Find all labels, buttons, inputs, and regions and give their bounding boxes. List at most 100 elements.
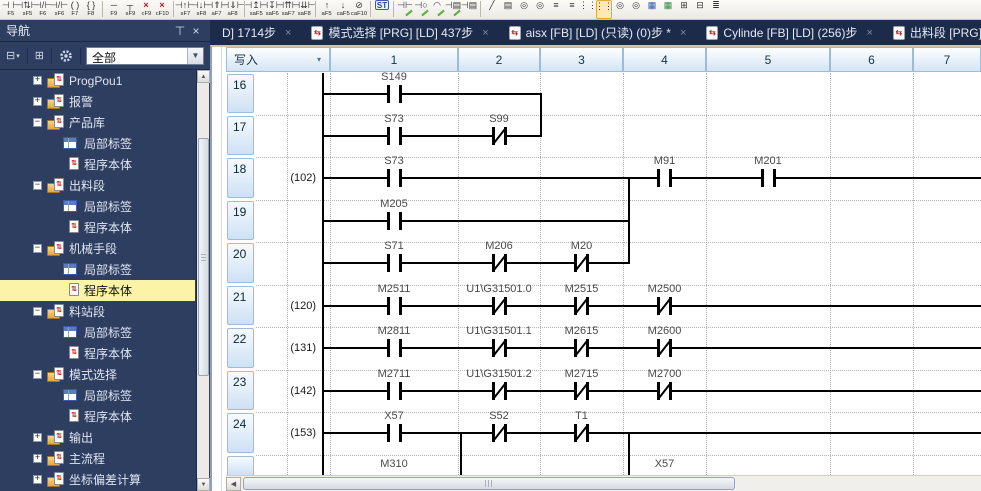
rung-number[interactable]: 17 (227, 116, 254, 155)
device-find-icon[interactable]: ◎ (612, 0, 628, 19)
closed-contact[interactable] (491, 297, 507, 315)
chevron-down-icon[interactable]: ▼ (186, 47, 203, 64)
ladder-tool-delete-hline[interactable]: × cF9 (138, 0, 154, 19)
ladder-tool-parallel-falling-close[interactable]: ⊣⇊⊢ saF8 (292, 0, 315, 19)
tree-item-程序本体[interactable]: ⇅ 程序本体 (0, 406, 195, 427)
tab-close-icon[interactable]: × (680, 27, 686, 39)
tree-item-局部标签[interactable]: 局部标签 (0, 385, 195, 406)
tree-item-局部标签[interactable]: 局部标签 (0, 322, 195, 343)
edit-comment-icon[interactable]: ◠ (429, 0, 445, 19)
document-find-icon[interactable]: ◎ (516, 0, 532, 19)
tree-item-ProgPou1[interactable]: + ⇅ ProgPou1 (0, 70, 195, 91)
ladder-tool-invert-operation[interactable]: ⊘ caF10 (351, 0, 367, 19)
ladder-tool-parallel-closed-contact[interactable]: ⊣/⊢ sF6 (50, 0, 68, 19)
ladder-tool-application-instruction[interactable]: { } F8 (83, 0, 99, 19)
ladder-tool-delete-vline[interactable]: × cF10 (154, 0, 170, 19)
tree-item-程序本体[interactable]: ⇅ 程序本体 (0, 154, 195, 175)
tree-item-模式选择[interactable]: − ⇅ 模式选择 (0, 364, 195, 385)
scroll-down-icon[interactable]: ▼ (197, 478, 210, 491)
tree-item-程序本体[interactable]: ⇅ 程序本体 (0, 217, 195, 238)
ladder-tool-coil[interactable]: ( ) F7 (67, 0, 83, 19)
ladder-canvas[interactable]: 写入 ▾ 1 2 3 4 5 6 7 16 S149 17 S73 S99 18 (102) S73 M91 M20… (226, 47, 981, 477)
closed-contact[interactable] (574, 424, 589, 442)
edit-note-icon[interactable]: ⊣▤ (461, 0, 477, 19)
hscrollbar-thumb[interactable] (243, 477, 735, 490)
closed-contact[interactable] (657, 297, 672, 315)
device-batch-replace-icon[interactable]: ▦ (660, 0, 676, 19)
collapse-icon[interactable]: − (33, 181, 42, 190)
horizontal-scrollbar[interactable]: ◀ (226, 475, 981, 491)
open-contact[interactable] (386, 85, 402, 103)
tree-item-主流程[interactable]: + ⇅ 主流程 (0, 448, 195, 469)
closed-contact[interactable] (491, 339, 507, 357)
rung-number[interactable]: 19 (227, 201, 254, 240)
closed-contact[interactable] (491, 424, 507, 442)
collapse-icon[interactable]: − (33, 118, 42, 127)
rung-number[interactable]: 23 (227, 371, 254, 410)
edit-coil-icon[interactable]: ⊣○ (413, 0, 429, 19)
closed-contact[interactable] (574, 382, 589, 400)
collapse-icon[interactable]: − (33, 244, 42, 253)
close-icon[interactable]: × (188, 24, 204, 38)
scroll-left-icon[interactable]: ◀ (226, 477, 241, 491)
window-tile-icon[interactable]: ⊟ (692, 0, 708, 19)
open-contact[interactable] (386, 254, 402, 272)
closed-contact[interactable] (574, 297, 589, 315)
open-contact[interactable] (760, 169, 776, 187)
document-tab[interactable]: D] 1714步 × (210, 20, 299, 45)
tree-filter-dropdown[interactable]: 全部 ▼ (85, 46, 204, 65)
document-tab[interactable]: ⇆ Cylinde [FB] [LD] (256)步 × (694, 20, 880, 45)
tab-close-icon[interactable]: × (285, 27, 291, 39)
expand-icon[interactable]: + (33, 475, 42, 484)
ladder-tool-closed-contact[interactable]: ⊣/⊢ F6 (34, 0, 52, 19)
ladder-tool-pulse-conversion[interactable]: ↓ caF5 (335, 0, 351, 19)
expand-icon[interactable]: + (33, 433, 42, 442)
inline-st-icon[interactable]: ST (374, 0, 390, 19)
device-batch-find-icon[interactable]: ▦ (644, 0, 660, 19)
ladder-tool-invert-result[interactable]: ↑ aF5 (319, 0, 335, 19)
tree-display-icon[interactable]: ⊟ ▾ (4, 48, 22, 63)
tree-item-坐标偏差计算[interactable]: + ⇅ 坐标偏差计算 (0, 469, 195, 490)
device-find-replace-icon[interactable]: ◎ (628, 0, 644, 19)
gear-icon[interactable] (57, 48, 75, 64)
copy-document-icon[interactable]: ▤ (500, 0, 516, 19)
document-tab[interactable]: ⇆出料段 [PRG] [L× (881, 20, 981, 45)
nav-scrollbar[interactable]: ▲ ▼ (196, 70, 210, 491)
insert-row-icon[interactable]: ≡ (548, 0, 564, 19)
tree-item-程序本体[interactable]: ⇅ 程序本体 (0, 343, 195, 364)
nav-scrollbar-thumb[interactable] (198, 138, 209, 376)
tree-item-出料段[interactable]: − ⇅ 出料段 (0, 175, 195, 196)
tab-close-icon[interactable]: × (866, 27, 872, 39)
rung-number[interactable]: 18 (227, 158, 254, 198)
rung-number[interactable]: 22 (227, 328, 254, 368)
scroll-up-icon[interactable]: ▲ (197, 70, 210, 83)
document-tab[interactable]: ⇆ aisx [FB] [LD] (只读) (0)步 * × (497, 20, 695, 45)
tree-item-局部标签[interactable]: 局部标签 (0, 133, 195, 154)
tree-item-报警[interactable]: + ⇅ 报警 (0, 91, 195, 112)
ladder-mode-cell[interactable]: 写入 ▾ (226, 47, 330, 72)
closed-contact[interactable] (491, 254, 507, 272)
layout-icon[interactable]: ⊞ (33, 48, 46, 63)
open-contact[interactable] (386, 212, 402, 230)
document-find-next-icon[interactable]: ◎ (532, 0, 548, 19)
rung-number[interactable]: 20 (227, 243, 254, 283)
ladder-tool-parallel-open-contact[interactable]: ⊣⇅⊢ sF5 (15, 0, 38, 19)
expand-icon[interactable]: + (33, 97, 42, 106)
expand-icon[interactable]: + (33, 454, 42, 463)
cross-reference-active-icon[interactable]: ⋮⋮ (595, 0, 613, 19)
window-cascade-icon[interactable]: ⊞ (676, 0, 692, 19)
open-contact[interactable] (386, 424, 402, 442)
rung-number[interactable]: 16 (227, 74, 254, 113)
rung-number[interactable]: 21 (227, 286, 254, 325)
tree-item-程序本体[interactable]: ⇅ 程序本体 (0, 280, 195, 301)
closed-contact[interactable] (657, 382, 672, 400)
edit-contact-icon[interactable]: ⊣⊢ (397, 0, 413, 19)
edit-statement-icon[interactable]: ⊣▤ (445, 0, 461, 19)
rung-number[interactable] (227, 456, 254, 476)
pin-icon[interactable]: ⊤ (172, 24, 188, 38)
collapse-icon[interactable]: − (33, 370, 42, 379)
closed-contact[interactable] (574, 339, 589, 357)
expand-icon[interactable]: + (33, 76, 42, 85)
rung-number[interactable]: 24 (227, 413, 254, 453)
open-contact[interactable] (386, 339, 402, 357)
